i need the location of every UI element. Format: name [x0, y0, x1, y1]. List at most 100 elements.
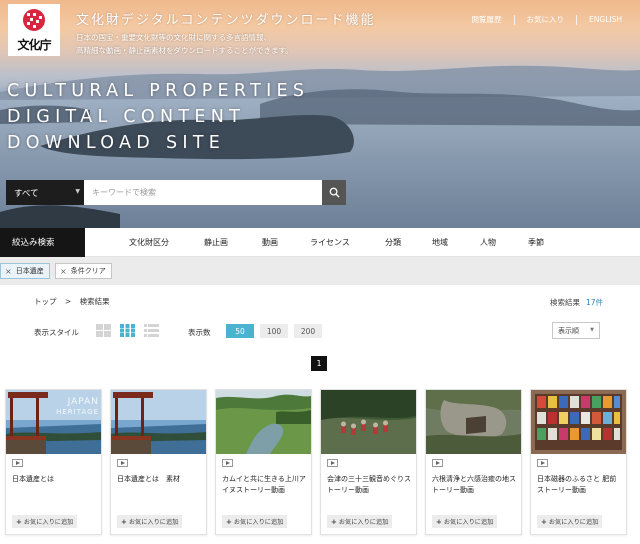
add-favorite-label: お気に入りに追加 [233, 519, 284, 526]
hero-title-line: CULTURAL PROPERTIES [7, 81, 310, 101]
breadcrumb-home[interactable]: トップ [34, 297, 57, 306]
search-icon [329, 187, 340, 198]
add-favorite-label: お気に入りに追加 [443, 519, 494, 526]
breadcrumb-separator: > [64, 297, 72, 306]
chevron-down-icon: ▼ [75, 188, 80, 195]
grid-view-icon[interactable] [120, 324, 135, 337]
card-title[interactable]: 日本遺産とは [12, 474, 97, 485]
hero-english-title: CULTURAL PROPERTIES DIGITAL CONTENT DOWN… [7, 78, 309, 156]
add-favorite-button[interactable]: + お気に入りに追加 [117, 515, 183, 528]
plus-icon: + [436, 517, 442, 526]
hero-title-line: DIGITAL CONTENT [7, 107, 246, 127]
pagination-current-page[interactable]: 1 [311, 356, 327, 371]
card-thumbnail[interactable] [321, 390, 416, 454]
card-thumbnail[interactable] [111, 390, 206, 454]
plus-icon: + [16, 517, 22, 526]
result-card[interactable]: 六根清浄と六感治癒の地ストーリー動画 + お気に入りに追加 [425, 389, 522, 535]
agency-logo[interactable]: 文化庁 [8, 4, 60, 56]
logo-emblem-icon [23, 8, 45, 31]
add-favorite-label: お気に入りに追加 [548, 519, 599, 526]
hero-title-line: DOWNLOAD SITE [7, 133, 226, 153]
search-button[interactable] [322, 180, 346, 205]
result-card[interactable]: 日本磁器のふるさと 肥前ストーリー動画 + お気に入りに追加 [530, 389, 627, 535]
card-thumbnail[interactable]: JAPAN HERITAGE [6, 390, 101, 454]
nav-cultural-category[interactable]: 文化財区分 [129, 237, 169, 248]
close-icon[interactable]: × [5, 267, 12, 276]
add-favorite-button[interactable]: + お気に入りに追加 [222, 515, 288, 528]
plus-icon: + [121, 517, 127, 526]
add-favorite-label: お気に入りに追加 [23, 519, 74, 526]
site-description-line: 高精細な動画・静止画素材をダウンロードすることができます。 [76, 46, 293, 55]
filter-nav: 絞込み検索 文化財区分 静止画 動画 ライセンス 分類 地域 人物 季節 [0, 227, 640, 257]
card-thumbnail[interactable] [216, 390, 311, 454]
card-title[interactable]: 六根清浄と六感治癒の地ストーリー動画 [432, 474, 517, 496]
filter-chip-label: 日本遺産 [15, 267, 44, 275]
card-thumbnail[interactable] [426, 390, 521, 454]
per-page-50[interactable]: 50 [226, 324, 254, 338]
sort-select-value: 表示順 [558, 326, 579, 335]
result-card[interactable]: JAPAN HERITAGE 日本遺産とは + お気に入りに追加 [5, 389, 102, 535]
per-page-100[interactable]: 100 [260, 324, 288, 338]
video-icon [12, 459, 23, 467]
plus-icon: + [226, 517, 232, 526]
nav-license[interactable]: ライセンス [310, 237, 350, 248]
video-icon [327, 459, 338, 467]
nav-classification[interactable]: 分類 [385, 237, 401, 248]
clear-filters-label: 条件クリア [70, 267, 106, 275]
breadcrumb: トップ > 検索結果 [34, 296, 116, 307]
video-icon [222, 459, 233, 467]
result-card[interactable]: カムイと共に生きる上川アイヌストーリー動画 + お気に入りに追加 [215, 389, 312, 535]
english-link[interactable]: ENGLISH [577, 15, 634, 24]
per-page-label: 表示数 [188, 328, 211, 337]
search-bar: すべて ▼ [6, 180, 346, 205]
card-title[interactable]: 日本磁器のふるさと 肥前ストーリー動画 [537, 474, 622, 496]
hero-banner: 文化庁 文化財デジタルコンテンツダウンロード機能 日本の国宝・重要文化財等の文化… [0, 0, 640, 228]
video-icon [117, 459, 128, 467]
site-title: 文化財デジタルコンテンツダウンロード機能 [76, 13, 376, 28]
favorites-link[interactable]: お気に入り [515, 14, 577, 25]
add-favorite-button[interactable]: + お気に入りに追加 [12, 515, 78, 528]
add-favorite-label: お気に入りに追加 [128, 519, 179, 526]
header-links: 閲覧履歴 お気に入り ENGLISH [460, 14, 634, 25]
result-card[interactable]: 会津の三十三観音めぐりストーリー動画 + お気に入りに追加 [320, 389, 417, 535]
add-favorite-button[interactable]: + お気に入りに追加 [327, 515, 393, 528]
search-scope-select[interactable]: すべて ▼ [6, 180, 84, 205]
site-description: 日本の国宝・重要文化財等の文化財に関する多言語情報、 高精細な動画・静止画素材を… [76, 31, 293, 57]
logo-text: 文化庁 [17, 37, 51, 52]
clear-filters-chip[interactable]: × 条件クリア [55, 263, 112, 279]
result-count-label: 検索結果 [549, 298, 580, 307]
active-filters-bar: × 日本遺産 × 条件クリア [0, 257, 640, 285]
search-input[interactable] [84, 180, 322, 205]
list-view-icon[interactable] [96, 324, 111, 337]
result-card[interactable]: 日本遺産とは 素材 + お気に入りに追加 [110, 389, 207, 535]
nav-season[interactable]: 季節 [528, 237, 544, 248]
add-favorite-button[interactable]: + お気に入りに追加 [537, 515, 603, 528]
video-icon [537, 459, 548, 467]
plus-icon: + [541, 517, 547, 526]
thumb-overlay-text: JAPAN [67, 397, 99, 407]
detail-list-icon[interactable] [144, 324, 159, 337]
card-title[interactable]: 会津の三十三観音めぐりストーリー動画 [327, 474, 412, 496]
video-icon [432, 459, 443, 467]
nav-video[interactable]: 動画 [262, 237, 278, 248]
result-count: 検索結果 17件 [550, 297, 603, 308]
refine-search-button[interactable]: 絞込み検索 [0, 227, 85, 257]
nav-person[interactable]: 人物 [480, 237, 496, 248]
sort-select[interactable]: 表示順 ▼ [552, 322, 600, 339]
card-title[interactable]: カムイと共に生きる上川アイヌストーリー動画 [222, 474, 307, 496]
filter-chip-japan-heritage[interactable]: × 日本遺産 [0, 263, 50, 279]
nav-still-image[interactable]: 静止画 [204, 237, 228, 248]
per-page-200[interactable]: 200 [294, 324, 322, 338]
display-style-label: 表示スタイル [34, 328, 79, 337]
plus-icon: + [331, 517, 337, 526]
result-count-value: 17件 [585, 298, 603, 307]
add-favorite-button[interactable]: + お気に入りに追加 [432, 515, 498, 528]
site-description-line: 日本の国宝・重要文化財等の文化財に関する多言語情報、 [76, 33, 271, 42]
nav-region[interactable]: 地域 [432, 237, 448, 248]
chevron-down-icon: ▼ [590, 327, 594, 333]
history-link[interactable]: 閲覧履歴 [460, 14, 514, 25]
thumb-overlay-text: HERITAGE [56, 408, 99, 416]
card-title[interactable]: 日本遺産とは 素材 [117, 474, 202, 485]
card-thumbnail[interactable] [531, 390, 626, 454]
search-scope-value: すべて [14, 188, 39, 199]
